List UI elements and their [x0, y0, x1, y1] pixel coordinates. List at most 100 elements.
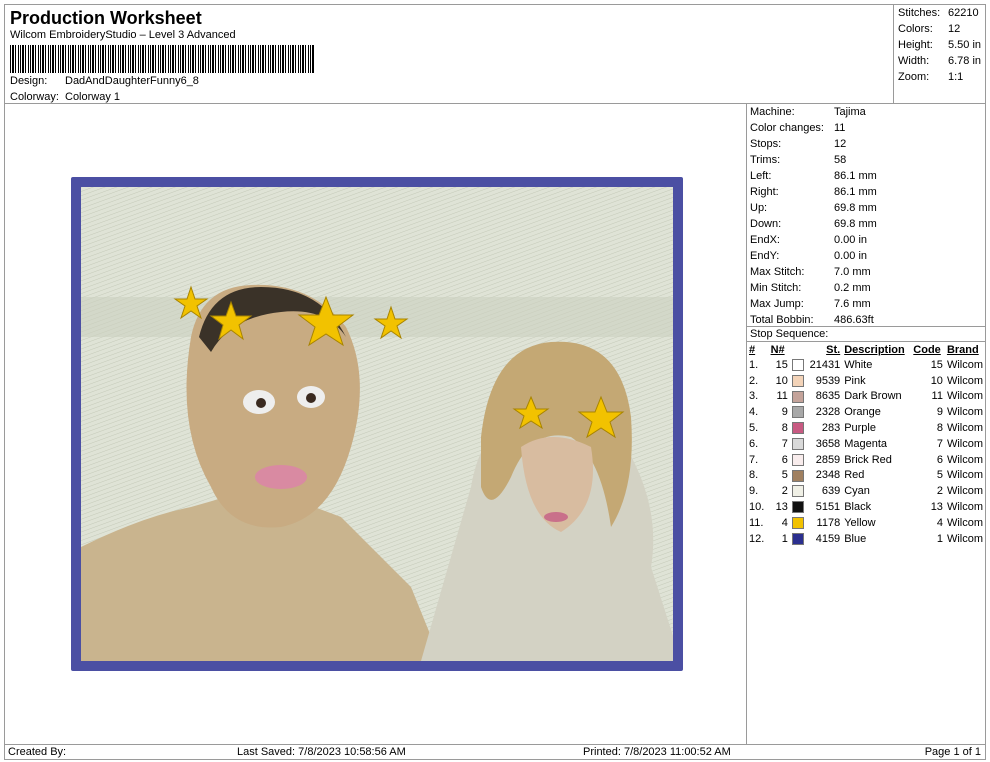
- table-row: 5. 8 283 Purple 8 Wilcom: [747, 420, 985, 436]
- color-swatch: [790, 483, 808, 499]
- color-swatch-icon: [791, 390, 804, 403]
- cell-description: Black: [844, 501, 872, 514]
- embroidery-design-image: [81, 187, 673, 661]
- cell-needle: 5: [781, 469, 788, 482]
- color-swatch: [790, 531, 808, 547]
- color-swatch: [790, 436, 808, 452]
- cell-stitches: 9539: [815, 374, 841, 387]
- cell-code: 4: [936, 516, 943, 529]
- cell-needle: 2: [781, 485, 788, 498]
- cell-stitches: 283: [821, 422, 841, 435]
- width-value: 6.78 in: [948, 55, 982, 67]
- cell-needle: 1: [781, 532, 788, 545]
- cell-brand: Wilcom: [946, 406, 983, 419]
- table-row: 12. 1 4159 Blue 1 Wilcom: [747, 531, 985, 547]
- info-row-down: Down: 69.8 mm: [750, 218, 877, 230]
- width-label: Width:: [898, 55, 930, 67]
- last-saved: Last Saved: 7/8/2023 10:58:56 AM: [237, 746, 406, 758]
- color-swatch: [790, 404, 808, 420]
- color-swatch: [790, 452, 808, 468]
- cell-stitches: 639: [821, 485, 841, 498]
- col-header-num: #: [749, 343, 756, 356]
- cell-description: White: [844, 358, 873, 371]
- info-row-total-bobbin: Total Bobbin: 486.63ft: [750, 314, 874, 326]
- page-title: Production Worksheet: [10, 8, 202, 28]
- cell-description: Magenta: [844, 437, 887, 450]
- info-row-endx: EndX: 0.00 in: [750, 234, 868, 246]
- cell-brand: Wilcom: [946, 469, 983, 482]
- cell-brand: Wilcom: [946, 437, 983, 450]
- color-swatch-icon: [791, 422, 804, 435]
- cell-code: 2: [936, 485, 943, 498]
- cell-needle: 13: [775, 501, 788, 514]
- cell-description: Pink: [844, 374, 866, 387]
- info-row-stops: Stops: 12: [750, 138, 847, 150]
- color-swatch: [790, 373, 808, 389]
- cell-needle: 4: [781, 516, 788, 529]
- cell-brand: Wilcom: [946, 485, 983, 498]
- color-swatch-icon: [791, 453, 804, 466]
- info-row-trims: Trims: 58: [750, 154, 847, 166]
- cell-stitches: 2859: [815, 453, 841, 466]
- cell-brand: Wilcom: [946, 516, 983, 529]
- cell-needle: 7: [781, 437, 788, 450]
- cell-description: Blue: [844, 532, 867, 545]
- zoom-label: Zoom:: [898, 71, 930, 83]
- cell-num: 10.: [749, 501, 765, 514]
- cell-stitches: 8635: [815, 390, 841, 403]
- color-swatch-icon: [791, 485, 804, 498]
- stitches-label: Stitches:: [898, 7, 941, 19]
- cell-code: 1: [936, 532, 943, 545]
- color-swatch: [790, 389, 808, 405]
- cell-code: 10: [930, 374, 943, 387]
- table-row: 6. 7 3658 Magenta 7 Wilcom: [747, 436, 985, 452]
- col-header-swatch: [790, 342, 808, 357]
- cell-brand: Wilcom: [946, 390, 983, 403]
- cell-num: 5.: [749, 422, 759, 435]
- cell-code: 7: [936, 437, 943, 450]
- cell-brand: Wilcom: [946, 358, 983, 371]
- divider: [747, 326, 985, 327]
- cell-code: 8: [936, 422, 943, 435]
- header-panel: Production Worksheet Wilcom EmbroiderySt…: [4, 4, 894, 104]
- info-row-left: Left: 86.1 mm: [750, 170, 877, 182]
- stop-sequence-table: # N# St. Description Code Brand 1. 15 2143…: [747, 342, 985, 547]
- color-swatch: [790, 420, 808, 436]
- created-by: Created By:: [8, 746, 67, 758]
- table-row: 3. 11 8635 Dark Brown 11 Wilcom: [747, 389, 985, 405]
- cell-code: 13: [930, 501, 943, 514]
- cell-needle: 9: [781, 406, 788, 419]
- cell-stitches: 2328: [815, 406, 841, 419]
- cell-needle: 8: [781, 422, 788, 435]
- design-artwork: [81, 187, 673, 661]
- cell-brand: Wilcom: [946, 422, 983, 435]
- software-subtitle: Wilcom EmbroideryStudio – Level 3 Advanc…: [10, 29, 236, 41]
- cell-num: 9.: [749, 485, 759, 498]
- page-number: Page 1 of 1: [924, 746, 981, 758]
- info-row-max-stitch: Max Stitch: 7.0 mm: [750, 266, 871, 278]
- cell-needle: 15: [775, 358, 788, 371]
- stop-sequence-title: Stop Sequence:: [750, 328, 829, 340]
- col-header-n: N#: [770, 343, 785, 356]
- info-row-machine: Machine: Tajima: [750, 106, 866, 118]
- height-label: Height:: [898, 39, 933, 51]
- color-swatch: [790, 499, 808, 515]
- cell-brand: Wilcom: [946, 501, 983, 514]
- cell-brand: Wilcom: [946, 453, 983, 466]
- info-row-up: Up: 69.8 mm: [750, 202, 877, 214]
- cell-code: 11: [931, 390, 943, 403]
- cell-num: 6.: [749, 437, 759, 450]
- zoom-value: 1:1: [948, 71, 964, 83]
- color-swatch-icon: [791, 374, 804, 387]
- cell-needle: 10: [775, 374, 788, 387]
- color-swatch-icon: [791, 437, 804, 450]
- cell-description: Purple: [844, 422, 876, 435]
- stitches-value: 62210: [948, 7, 979, 19]
- design-label: Design:: [10, 75, 48, 87]
- footer-bar: Created By: Last Saved: 7/8/2023 10:58:5…: [4, 744, 986, 760]
- cell-num: 11.: [749, 516, 764, 529]
- cell-num: 4.: [749, 406, 759, 419]
- summary-panel: Stitches: 62210 Colors: 12 Height: 5.50 …: [893, 4, 986, 104]
- table-row: 7. 6 2859 Brick Red 6 Wilcom: [747, 452, 985, 468]
- table-row: 8. 5 2348 Red 5 Wilcom: [747, 468, 985, 484]
